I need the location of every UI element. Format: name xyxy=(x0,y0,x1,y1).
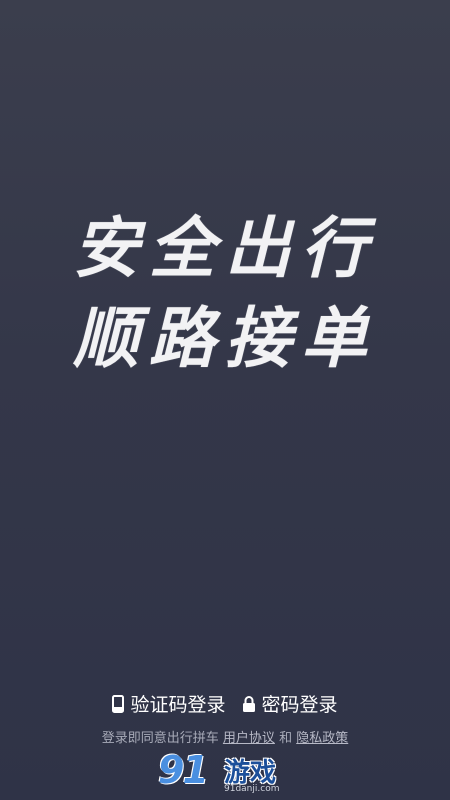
sms-login-label: 验证码登录 xyxy=(130,694,226,716)
slogan-line-1: 安全出行 xyxy=(73,209,377,287)
user-agreement-link[interactable]: 用户协议 xyxy=(223,731,275,746)
watermark: 91 游戏 91danji.com xyxy=(150,748,300,798)
privacy-policy-link[interactable]: 隐私政策 xyxy=(296,731,348,746)
agreement-conjunction: 和 xyxy=(279,731,293,746)
login-options: 验证码登录 密码登录 xyxy=(0,690,450,717)
password-login-button[interactable]: 密码登录 xyxy=(242,690,338,717)
watermark-url: 91danji.com xyxy=(224,784,280,794)
lock-icon xyxy=(242,695,256,713)
agreement-text: 登录即同意出行拼车 用户协议 和 隐私政策 xyxy=(0,727,450,746)
watermark-logo: 91 xyxy=(158,748,209,792)
password-login-label: 密码登录 xyxy=(261,694,338,716)
sms-login-button[interactable]: 验证码登录 xyxy=(112,690,226,717)
agreement-prefix: 登录即同意出行拼车 xyxy=(101,731,219,746)
phone-icon xyxy=(112,694,125,713)
slogan-line-2: 顺路接单 xyxy=(73,299,377,377)
